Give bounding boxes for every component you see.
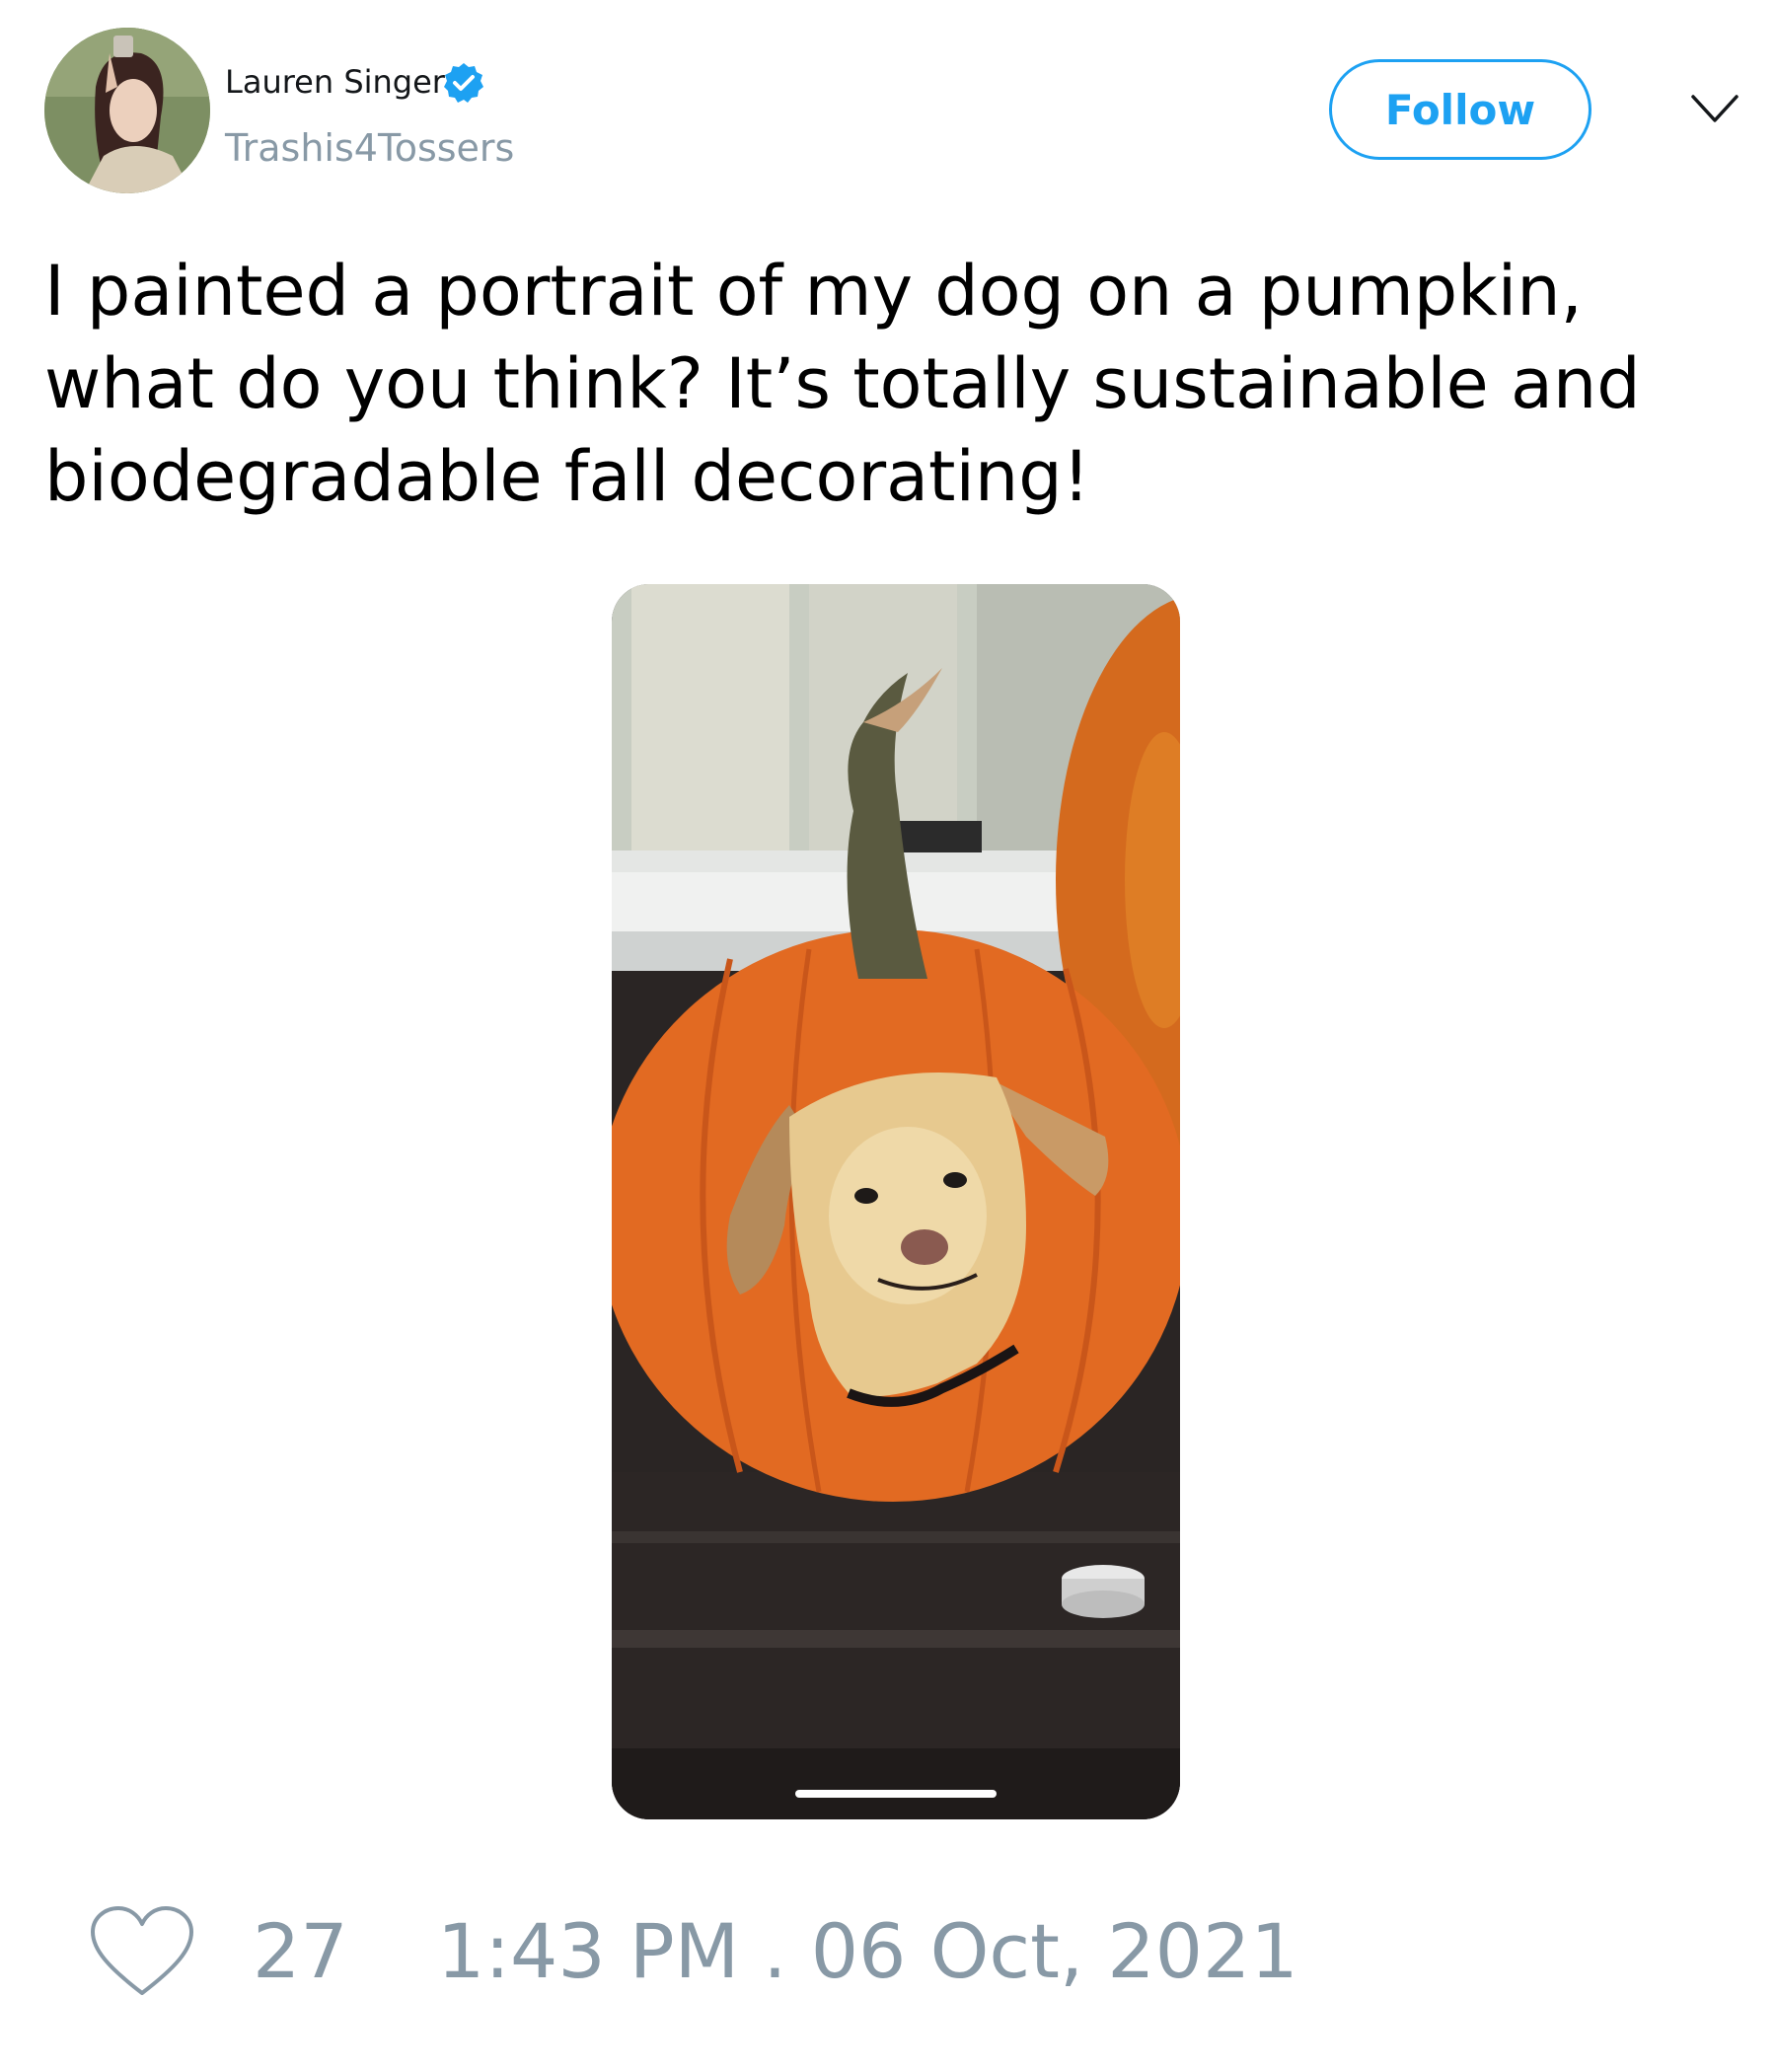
pumpkin-dog-portrait-photo-icon (612, 584, 1180, 1819)
avatar[interactable] (44, 28, 210, 193)
follow-button[interactable]: Follow (1329, 59, 1591, 160)
tweet-text: I painted a portrait of my dog on a pump… (44, 251, 1641, 517)
user-handle[interactable]: Trashis4Tossers (225, 126, 514, 170)
verified-badge-icon (444, 63, 483, 103)
tweet-timestamp[interactable]: 1:43 PM . 06 Oct, 2021 (437, 1904, 1298, 1999)
like-count[interactable]: 27 (253, 1904, 348, 1999)
display-name[interactable]: Lauren Singer (225, 63, 445, 101)
profile-photo-icon (44, 28, 210, 193)
heart-icon[interactable] (89, 1904, 195, 1999)
chevron-down-icon[interactable] (1689, 89, 1740, 128)
tweet-media[interactable] (612, 584, 1180, 1819)
